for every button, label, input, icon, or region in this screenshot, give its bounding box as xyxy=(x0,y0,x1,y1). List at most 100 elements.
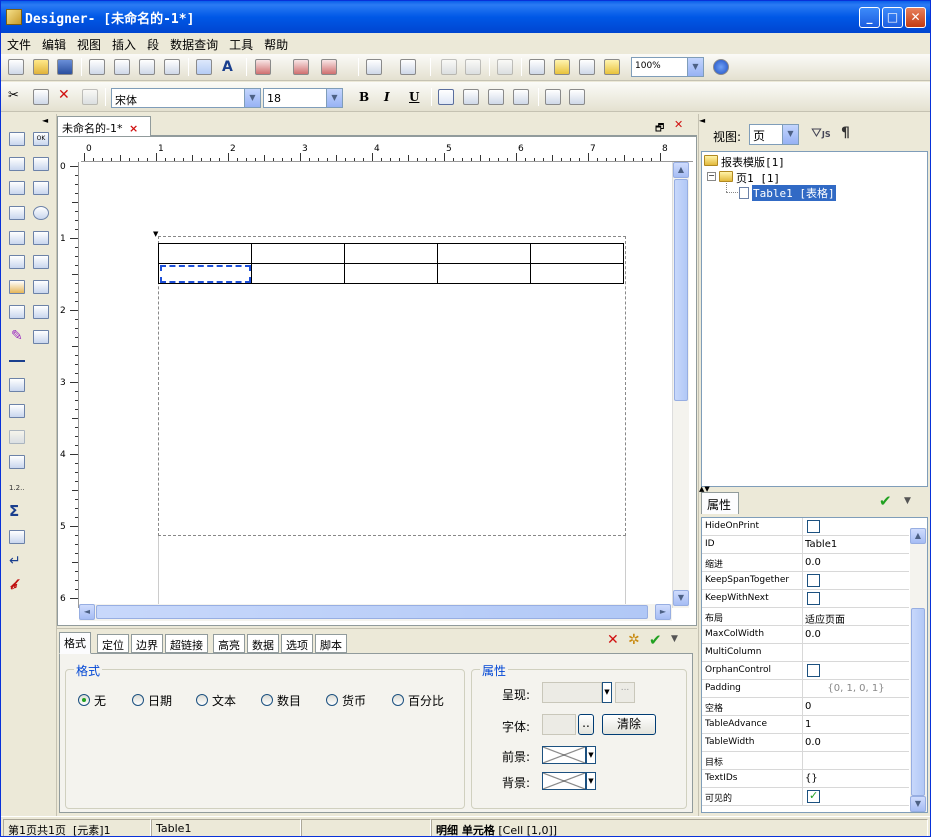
chevron-down-icon[interactable]: ▼ xyxy=(586,746,596,764)
filter-script-icon[interactable]: ⛛JS xyxy=(811,126,831,141)
menu-edit[interactable]: 编辑 xyxy=(36,33,71,53)
scroll-right-icon[interactable]: ► xyxy=(655,604,671,620)
paragraph-icon[interactable]: ¶ xyxy=(841,125,850,141)
checkbox-tool-icon[interactable] xyxy=(33,181,49,195)
query-icon[interactable] xyxy=(579,59,595,75)
property-value[interactable]: Table1 xyxy=(805,539,907,550)
tab-document[interactable]: 未命名的-1* × xyxy=(57,116,151,136)
close-icon[interactable]: × xyxy=(129,122,138,135)
radio-text[interactable] xyxy=(196,694,208,706)
property-row[interactable]: 目标 xyxy=(702,752,909,770)
property-value[interactable]: 0.0 xyxy=(805,737,907,748)
radio-none[interactable] xyxy=(78,694,90,706)
property-row[interactable]: KeepWithNext xyxy=(702,590,909,608)
text-tool-icon[interactable]: A xyxy=(222,59,233,75)
indent-icon[interactable] xyxy=(569,89,585,105)
report-tool-icon[interactable] xyxy=(9,132,25,146)
database-icon[interactable] xyxy=(604,59,620,75)
sequence-tool-icon[interactable]: 1.2.. xyxy=(9,484,25,492)
outdent-icon[interactable] xyxy=(545,89,561,105)
view-combo[interactable]: 页 ▼ xyxy=(749,124,799,145)
tab-data[interactable]: 数据 xyxy=(247,634,279,653)
chevron-down-icon[interactable]: ▼ xyxy=(602,682,612,703)
menu-insert[interactable]: 插入 xyxy=(106,33,141,53)
section-footer-icon[interactable] xyxy=(321,59,337,75)
open-folder-icon[interactable] xyxy=(33,59,49,75)
crosstab-tool-icon[interactable] xyxy=(33,280,49,294)
close-icon[interactable]: ✕ xyxy=(674,118,683,131)
menu-view[interactable]: 视图 xyxy=(71,33,106,53)
grid-icon[interactable] xyxy=(400,59,416,75)
font-browse-button[interactable]: .. xyxy=(578,714,594,735)
gear-icon[interactable]: ✲ xyxy=(628,632,640,648)
list-tool-icon[interactable] xyxy=(9,206,25,220)
radio-date[interactable] xyxy=(132,694,144,706)
bullets-tool-icon[interactable] xyxy=(9,378,25,392)
zoom-combo[interactable]: 100% ▼ xyxy=(631,57,704,77)
print-icon[interactable] xyxy=(164,59,180,75)
property-row[interactable]: 布局 适应页面 xyxy=(702,608,909,626)
cut-icon[interactable]: ✂ xyxy=(8,88,19,103)
pointer-icon[interactable] xyxy=(196,59,212,75)
property-value[interactable]: {0, 1, 0, 1} xyxy=(805,683,907,694)
sort-tool-icon[interactable] xyxy=(9,530,25,544)
radio-percent[interactable] xyxy=(392,694,404,706)
tab-border[interactable]: 边界 xyxy=(131,634,163,653)
footer-section[interactable] xyxy=(158,536,626,608)
frame-tool-icon[interactable] xyxy=(33,330,49,344)
delete-icon[interactable]: ✕ xyxy=(58,87,70,103)
sum-tool-icon[interactable]: Σ xyxy=(9,502,19,520)
pen-tool-icon[interactable]: ✎ xyxy=(11,328,23,344)
line-tool-icon[interactable] xyxy=(9,360,25,362)
chevron-down-icon[interactable]: ▼ xyxy=(586,772,596,790)
property-row[interactable]: HideOnPrint xyxy=(702,518,909,536)
slider-tool-icon[interactable] xyxy=(33,305,49,319)
section-header-icon[interactable] xyxy=(293,59,309,75)
collapse-arrow-icon[interactable]: ◄ xyxy=(42,116,48,125)
chevron-down-icon[interactable]: ▼ xyxy=(904,496,911,506)
property-value[interactable]: 0.0 xyxy=(805,557,907,568)
property-row[interactable]: KeepSpanTogether xyxy=(702,572,909,590)
preview-icon[interactable] xyxy=(139,59,155,75)
scroll-up-icon[interactable]: ▲ xyxy=(673,162,689,178)
field-tool-icon[interactable] xyxy=(9,255,25,269)
page-setup-icon[interactable] xyxy=(89,59,105,75)
title-bar[interactable]: Designer- [未命名的-1*] _ □ ✕ xyxy=(1,1,930,33)
present-combo[interactable] xyxy=(542,682,602,703)
align-right-icon[interactable] xyxy=(488,89,504,105)
property-row[interactable]: OrphanControl xyxy=(702,662,909,680)
scroll-down-icon[interactable]: ▼ xyxy=(910,796,926,812)
label-tool-icon[interactable] xyxy=(33,157,49,171)
menu-data-query[interactable]: 数据查询 xyxy=(164,33,223,53)
property-checkbox[interactable] xyxy=(807,664,820,677)
props-scrollbar[interactable]: ▲ ▼ xyxy=(910,528,927,812)
radio-tool-icon[interactable] xyxy=(33,206,49,220)
property-value[interactable]: 0 xyxy=(805,701,907,712)
delete-icon[interactable]: ✕ xyxy=(607,632,619,648)
chevron-down-icon[interactable]: ▼ xyxy=(687,58,703,76)
chevron-down-icon[interactable]: ▼ xyxy=(782,125,798,144)
numbering-tool-icon[interactable] xyxy=(9,455,25,469)
scroll-up-icon[interactable]: ▲ xyxy=(910,528,926,544)
scroll-left-icon[interactable]: ◄ xyxy=(79,604,95,620)
menu-help[interactable]: 帮助 xyxy=(258,33,293,53)
tab-format[interactable]: 格式 xyxy=(59,632,91,654)
copy-icon[interactable] xyxy=(33,89,49,105)
chevron-down-icon[interactable]: ▼ xyxy=(671,634,678,644)
radio-currency[interactable] xyxy=(326,694,338,706)
print-preview-icon[interactable] xyxy=(114,59,130,75)
close-button[interactable]: ✕ xyxy=(905,7,926,28)
maximize-button[interactable]: □ xyxy=(882,7,903,28)
tab-position[interactable]: 定位 xyxy=(97,634,129,653)
scroll-thumb[interactable] xyxy=(674,179,688,401)
listbox-tool-icon[interactable] xyxy=(33,255,49,269)
align-left-icon[interactable] xyxy=(438,89,454,105)
chevron-down-icon[interactable]: ▼ xyxy=(244,89,260,107)
report-table[interactable] xyxy=(158,243,624,284)
property-row[interactable]: TextIDs {} xyxy=(702,770,909,788)
collapse-arrow-icon[interactable]: ◄ xyxy=(699,116,705,125)
new-icon[interactable] xyxy=(8,59,24,75)
property-row[interactable]: 可见的 xyxy=(702,788,909,806)
scroll-down-icon[interactable]: ▼ xyxy=(673,590,689,606)
chevron-down-icon[interactable]: ▼ xyxy=(326,89,342,107)
